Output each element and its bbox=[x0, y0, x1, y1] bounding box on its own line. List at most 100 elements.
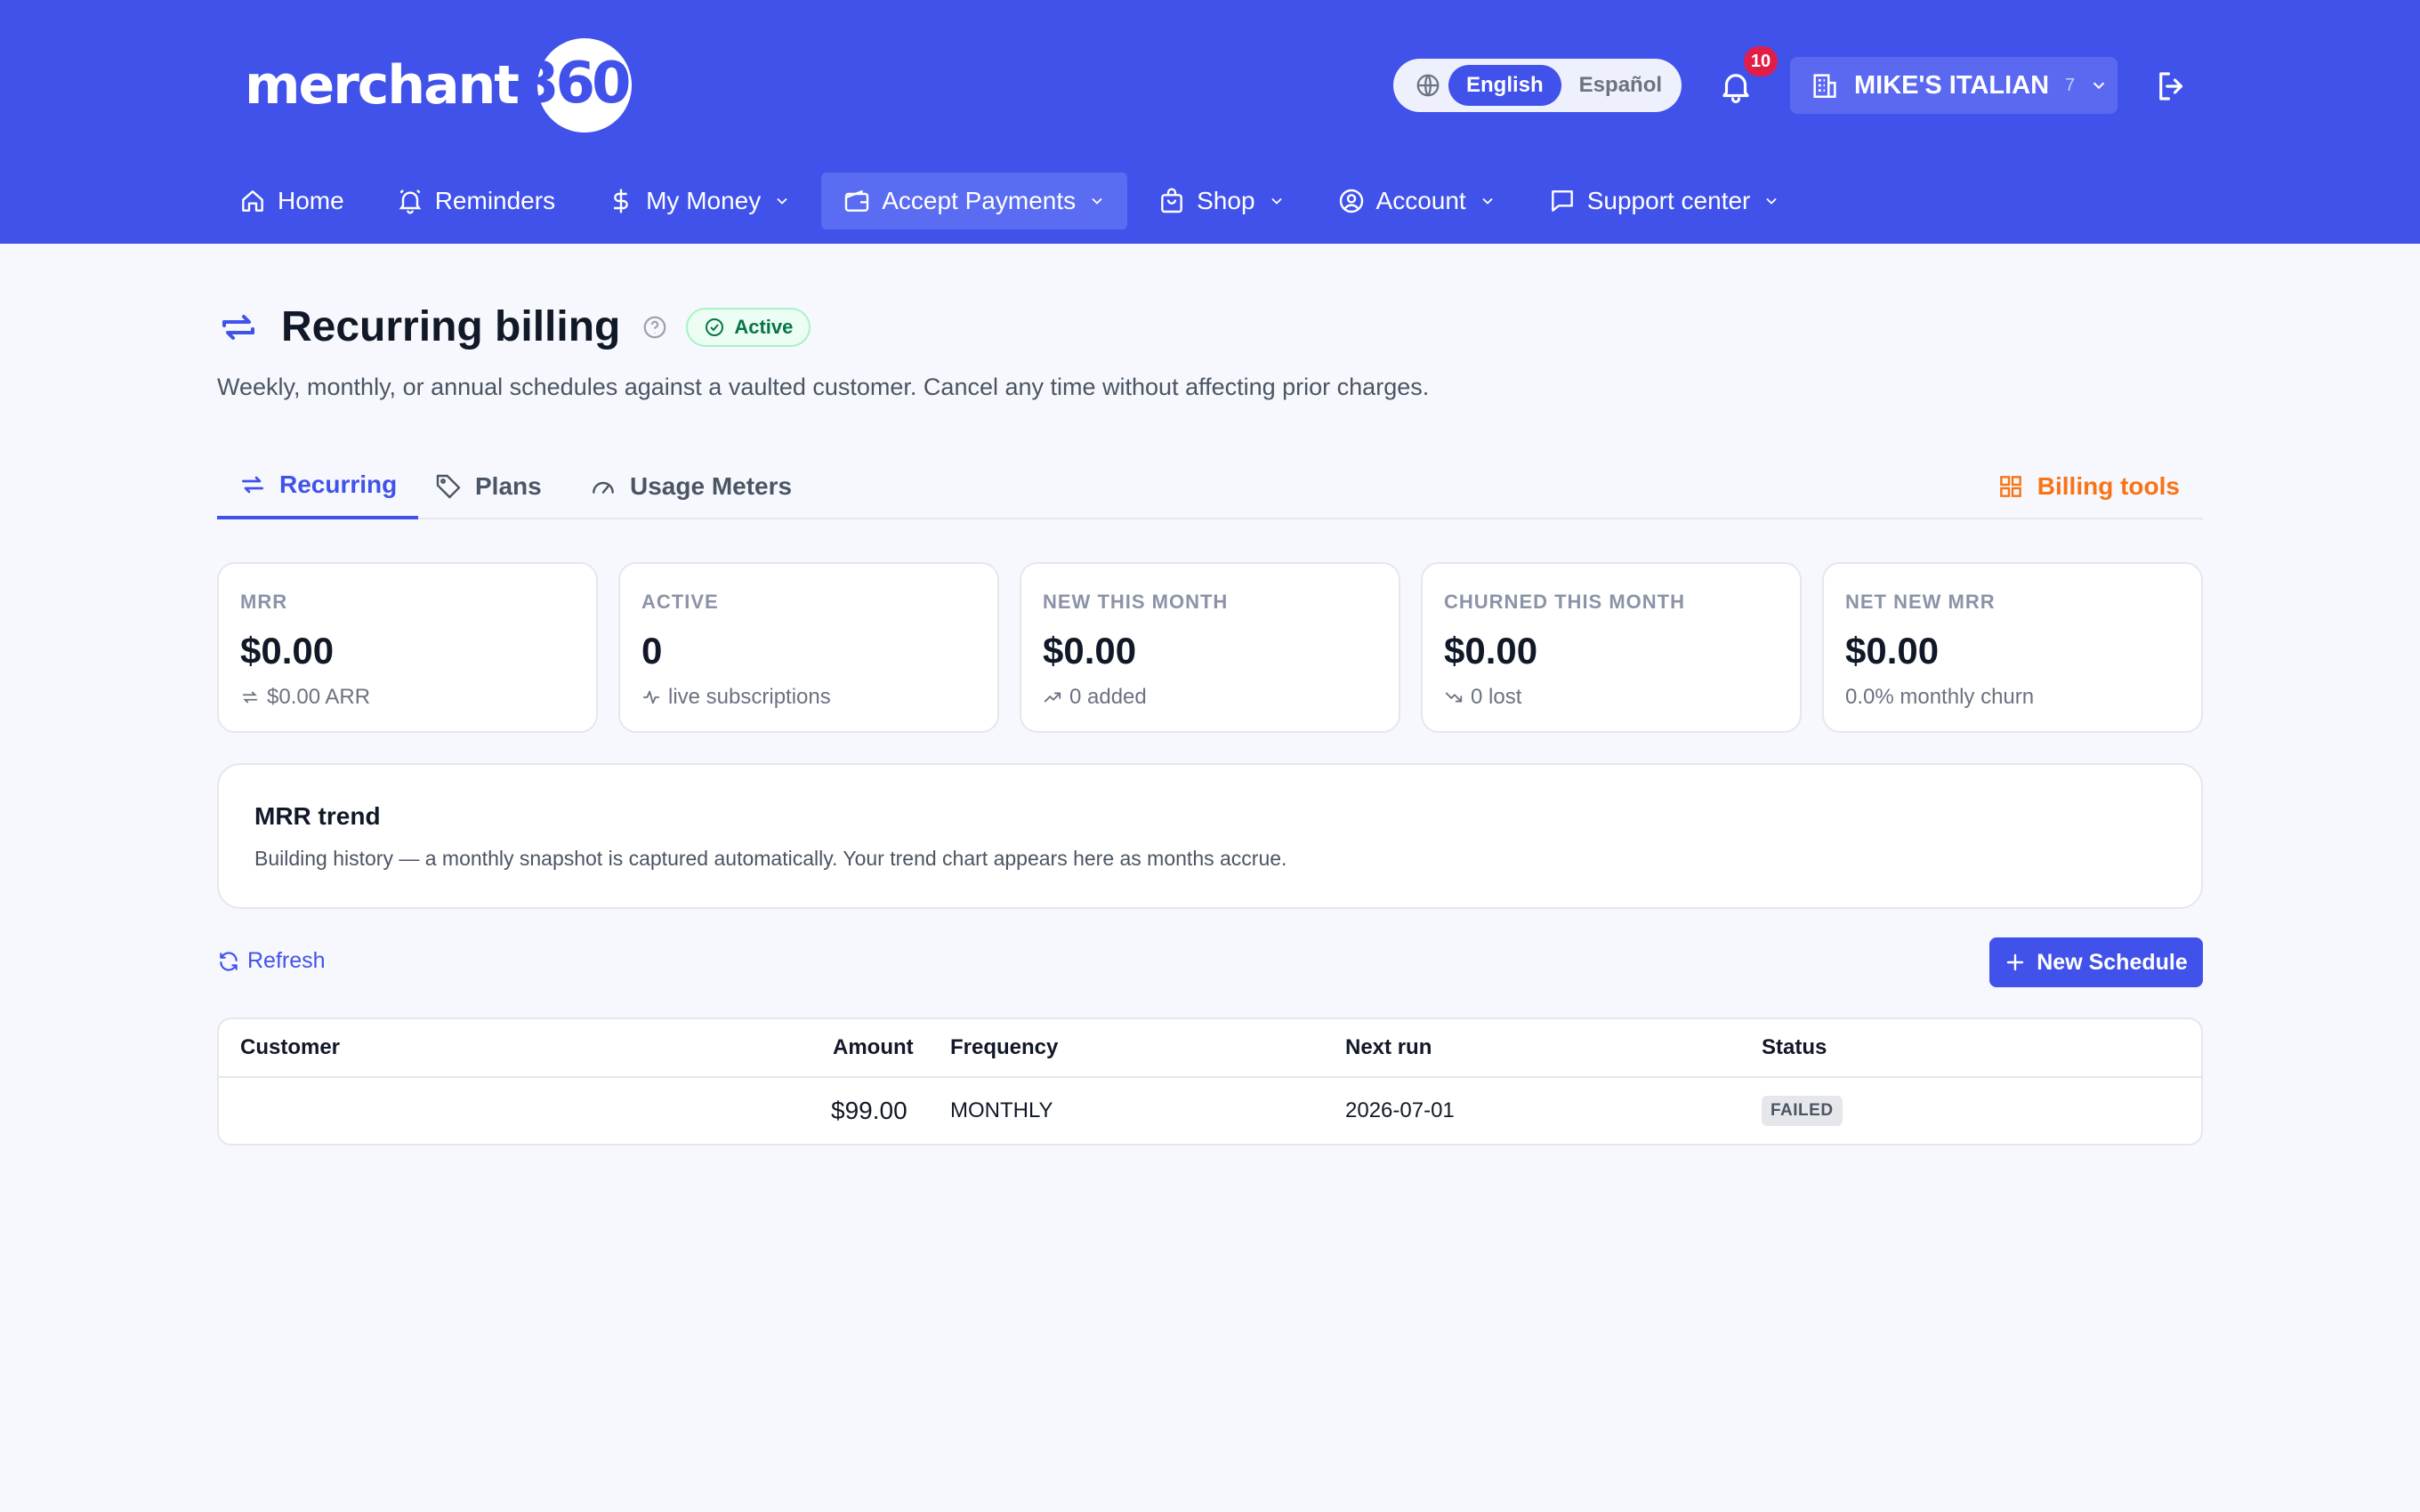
stat-value: $0.00 bbox=[1845, 630, 1940, 672]
stat-sub: 0.0% monthly churn bbox=[1845, 685, 2180, 710]
stat-card-active: ACTIVE 0 live subscriptions bbox=[618, 562, 999, 733]
new-schedule-button[interactable]: New Schedule bbox=[1989, 937, 2203, 987]
billing-tools-button[interactable]: Billing tools bbox=[1996, 454, 2180, 519]
stat-sub: 0 added bbox=[1043, 685, 1377, 710]
grid-icon bbox=[1999, 476, 2021, 497]
trending-up-icon bbox=[1044, 692, 1061, 703]
recurring-arrows-icon bbox=[222, 314, 254, 340]
chevron-down-icon bbox=[1766, 197, 1778, 205]
stat-sub-text: 0 added bbox=[1069, 685, 1147, 709]
stat-sub: 0 lost bbox=[1444, 685, 1779, 710]
stat-label: NEW THIS MONTH bbox=[1043, 591, 1229, 613]
nav-item-reminders[interactable]: Reminders bbox=[375, 173, 577, 229]
billing-tools-label: Billing tools bbox=[2037, 472, 2180, 500]
logo-wordmark: merchant bbox=[245, 54, 520, 117]
nav-label-account: Account bbox=[1375, 187, 1466, 214]
language-option-espanol[interactable]: Español bbox=[1561, 65, 1680, 106]
chevron-down-icon bbox=[1092, 197, 1102, 205]
column-header-next-run[interactable]: Next run bbox=[1345, 1019, 1432, 1076]
mrr-trend-card: MRR trend Building history — a monthly s… bbox=[217, 763, 2203, 909]
nav-item-account[interactable]: Account bbox=[1316, 173, 1518, 229]
table-header: Customer Amount Frequency Next run Statu… bbox=[219, 1019, 2201, 1078]
nav-label-support-center: Support center bbox=[1586, 187, 1751, 214]
status-badge-label: Active bbox=[734, 315, 794, 338]
merchant-selector[interactable]: MIKE'S ITALIAN 7 bbox=[1790, 57, 2118, 114]
nav-label-accept-payments: Accept Payments bbox=[882, 187, 1077, 214]
gauge-icon bbox=[593, 481, 614, 494]
nav-item-shop[interactable]: Shop bbox=[1136, 173, 1306, 229]
merchant-name: MIKE'S ITALIAN bbox=[1854, 70, 2050, 100]
stat-sub-text: live subscriptions bbox=[668, 685, 831, 709]
logout-icon[interactable] bbox=[2153, 68, 2190, 105]
cell-amount: $99.00 bbox=[831, 1097, 908, 1124]
nav-label-my-money: My Money bbox=[646, 187, 762, 214]
language-option-english[interactable]: English bbox=[1448, 65, 1561, 106]
stat-sub-text: $0.00 ARR bbox=[267, 685, 371, 709]
tab-label: Usage Meters bbox=[630, 472, 793, 500]
stat-value: 0 bbox=[641, 630, 663, 672]
shopping-bag-icon bbox=[1161, 188, 1182, 213]
table-row[interactable]: $99.00 MONTHLY 2026-07-01 FAILED bbox=[219, 1078, 2201, 1144]
stat-sub-text: 0.0% monthly churn bbox=[1845, 685, 2035, 709]
top-bar: merchant 360 English Español 10 MIKE'S I… bbox=[0, 0, 2420, 244]
merchant-count: 7 bbox=[2065, 75, 2076, 95]
trending-down-icon bbox=[1445, 692, 1463, 703]
stat-sub: live subscriptions bbox=[641, 685, 976, 710]
building-icon bbox=[1813, 74, 1836, 99]
help-icon[interactable] bbox=[641, 314, 668, 341]
page-header: Recurring billing Active bbox=[217, 302, 811, 351]
cell-next-run: 2026-07-01 bbox=[1345, 1098, 1455, 1122]
refresh-label: Refresh bbox=[247, 948, 326, 973]
recurring-arrows-icon bbox=[242, 476, 263, 494]
nav-item-my-money[interactable]: My Money bbox=[585, 173, 812, 229]
stat-card-net-new-mrr: NET NEW MRR $0.00 0.0% monthly churn bbox=[1822, 562, 2203, 733]
nav-item-accept-payments[interactable]: Accept Payments bbox=[821, 173, 1128, 229]
logo-360-badge: 360 bbox=[519, 38, 632, 133]
chevron-down-icon bbox=[1270, 197, 1282, 205]
language-switcher: English Español bbox=[1393, 59, 1682, 112]
stat-sub: $0.00 ARR bbox=[240, 685, 575, 710]
nav-item-support-center[interactable]: Support center bbox=[1527, 173, 1803, 229]
chevron-down-icon bbox=[777, 197, 787, 205]
tag-icon bbox=[436, 474, 461, 499]
refresh-icon bbox=[220, 951, 238, 971]
stat-label: MRR bbox=[240, 591, 288, 613]
column-header-customer[interactable]: Customer bbox=[240, 1019, 340, 1076]
tab-usage-meters[interactable]: Usage Meters bbox=[589, 454, 792, 519]
dollar-icon bbox=[614, 189, 628, 213]
stat-label: NET NEW MRR bbox=[1845, 591, 1996, 613]
refresh-button[interactable]: Refresh bbox=[217, 948, 326, 974]
recurring-arrows-icon bbox=[242, 691, 258, 704]
column-header-amount[interactable]: Amount bbox=[833, 1019, 914, 1076]
stat-card-churned-this-month: CHURNED THIS MONTH $0.00 0 lost bbox=[1421, 562, 1802, 733]
column-header-frequency[interactable]: Frequency bbox=[950, 1019, 1058, 1076]
column-header-status[interactable]: Status bbox=[1762, 1019, 1827, 1076]
globe-icon bbox=[1416, 74, 1440, 97]
stat-sub-text: 0 lost bbox=[1471, 685, 1522, 709]
nav-label-shop: Shop bbox=[1197, 187, 1255, 214]
tab-plans[interactable]: Plans bbox=[434, 454, 542, 519]
tab-label: Plans bbox=[475, 472, 542, 500]
tab-label: Recurring bbox=[279, 470, 398, 498]
stat-card-mrr: MRR $0.00 $0.00 ARR bbox=[217, 562, 598, 733]
stat-card-new-this-month: NEW THIS MONTH $0.00 0 added bbox=[1020, 562, 1400, 733]
merchant360-logo[interactable]: merchant 360 bbox=[245, 36, 632, 135]
user-circle-icon bbox=[1339, 189, 1363, 213]
tab-bar: Recurring Plans Usage Meters Billing too… bbox=[217, 454, 2203, 519]
check-circle-icon bbox=[706, 318, 724, 336]
activity-icon bbox=[642, 690, 660, 704]
nav-item-home[interactable]: Home bbox=[217, 173, 366, 229]
chat-icon bbox=[1551, 190, 1573, 212]
status-badge: Active bbox=[686, 307, 811, 347]
logo-number: 360 bbox=[519, 51, 632, 117]
wallet-icon bbox=[845, 189, 869, 212]
plus-icon bbox=[2007, 953, 2024, 971]
stat-value: $0.00 bbox=[1043, 630, 1137, 672]
tab-recurring[interactable]: Recurring bbox=[217, 454, 419, 519]
page-title: Recurring billing bbox=[281, 303, 621, 350]
home-icon bbox=[242, 190, 263, 212]
cell-frequency: MONTHLY bbox=[950, 1098, 1053, 1122]
status-badge-failed: FAILED bbox=[1762, 1096, 1843, 1126]
page-subtitle: Weekly, monthly, or annual schedules aga… bbox=[217, 374, 1430, 400]
notification-count-badge: 10 bbox=[1744, 46, 1778, 76]
